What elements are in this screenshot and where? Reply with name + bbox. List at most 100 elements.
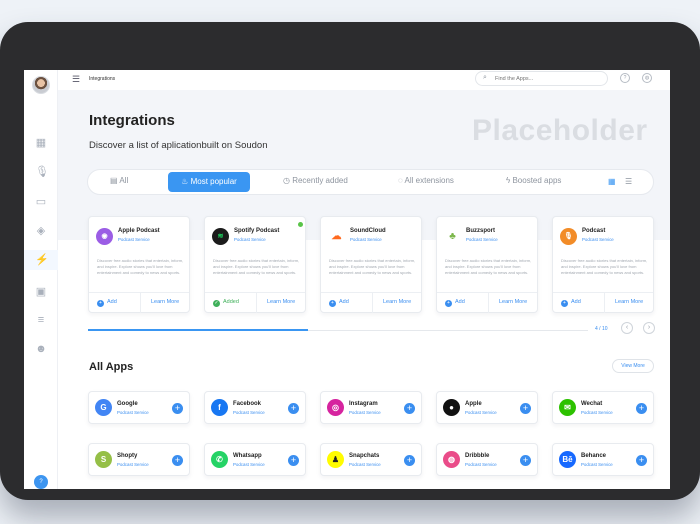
grid-view-icon[interactable]: ▦ (608, 177, 616, 186)
add-app-button[interactable]: + (288, 403, 299, 414)
next-arrow-icon[interactable]: › (643, 322, 655, 334)
app-service: Podcast Service (233, 410, 265, 415)
card-service: Podcast Service (582, 237, 614, 242)
tab-recently-added[interactable]: ◷ Recently added (283, 176, 348, 185)
page-title: Integrations (89, 112, 175, 129)
prev-arrow-icon[interactable]: ‹ (621, 322, 633, 334)
app-tile[interactable]: ✆ Whatsapp Podcast Service + (204, 443, 306, 476)
app-service: Podcast Service (233, 462, 265, 467)
app-service: Podcast Service (465, 410, 497, 415)
avatar[interactable] (32, 76, 50, 94)
tab-all-extensions[interactable]: ◌ All extensions (398, 176, 454, 185)
learn-more-link[interactable]: Learn More (267, 299, 295, 305)
filter-tabs: ▤ All ♨ Most popular ◷ Recently added ◌ … (87, 169, 654, 195)
help-circle-icon[interactable]: ? (620, 73, 630, 83)
add-button[interactable]: + Add (445, 299, 465, 307)
add-app-button[interactable]: + (520, 455, 531, 466)
add-app-button[interactable]: + (404, 455, 415, 466)
snapchat-icon: ♟ (327, 451, 344, 468)
add-app-button[interactable]: + (288, 455, 299, 466)
card-service: Podcast Service (350, 237, 382, 242)
app-tile[interactable]: G Google Podcast Service + (88, 391, 190, 424)
view-more-button[interactable]: View More (612, 359, 654, 373)
spotify-icon: ≋ (212, 228, 229, 245)
buzzsport-icon: ♣ (444, 228, 461, 245)
app-tile[interactable]: ● Apple Podcast Service + (436, 391, 538, 424)
microphone-icon[interactable]: 🎙 (35, 166, 49, 178)
soundcloud-icon: ☁ (328, 228, 345, 245)
plus-icon: + (561, 300, 568, 307)
app-tile[interactable]: S Shopty Podcast Service + (88, 443, 190, 476)
add-app-button[interactable]: + (636, 403, 647, 414)
plus-icon: + (329, 300, 336, 307)
add-button[interactable]: + Add (561, 299, 581, 307)
card-footer: ✓ Added Learn More (205, 292, 305, 313)
google-icon: G (95, 399, 112, 416)
user-icon[interactable]: ☻ (35, 343, 47, 355)
app-name: Dribbble (465, 453, 490, 459)
whatsapp-icon: ✆ (211, 451, 228, 468)
clock-icon: ◷ (283, 176, 293, 185)
podcast-icon: ◉ (96, 228, 113, 245)
inbox-icon[interactable]: ▭ (35, 196, 47, 208)
calendar-icon[interactable]: ▣ (35, 286, 47, 298)
help-button[interactable]: ? (34, 475, 48, 489)
learn-more-link[interactable]: Learn More (615, 299, 643, 305)
facebook-icon: f (211, 399, 228, 416)
page-subtitle: Discover a list of aplicationbuilt on So… (89, 140, 268, 151)
topbar: ☰ Integrations ⌕ ? ◍ (58, 70, 670, 90)
tab-all[interactable]: ▤ All (110, 176, 128, 185)
add-app-button[interactable]: + (172, 403, 183, 414)
fire-icon: ♨ (181, 177, 191, 186)
app-service: Podcast Service (117, 462, 149, 467)
learn-more-link[interactable]: Learn More (499, 299, 527, 305)
add-button[interactable]: + Add (329, 299, 349, 307)
featured-card[interactable]: ◉ Apple Podcast Podcast Service Discover… (88, 216, 190, 313)
app-tile[interactable]: Bē Behance Podcast Service + (552, 443, 654, 476)
integrations-icon[interactable]: ⚡ (35, 254, 49, 266)
card-footer: + Add Learn More (437, 292, 537, 313)
menu-collapse-icon[interactable]: ☰ (72, 74, 80, 85)
divider (372, 293, 373, 313)
breadcrumb: Integrations (89, 76, 116, 82)
plus-icon: + (97, 300, 104, 307)
app-tile[interactable]: ◍ Dribbble Podcast Service + (436, 443, 538, 476)
search-input[interactable] (495, 74, 595, 84)
app-tile[interactable]: ✉ Wechat Podcast Service + (552, 391, 654, 424)
placeholder-watermark: Placeholder (472, 114, 648, 147)
learn-more-link[interactable]: Learn More (151, 299, 179, 305)
add-button[interactable]: + Add (97, 299, 117, 307)
added-button[interactable]: ✓ Added (213, 299, 239, 307)
app-tile[interactable]: f Facebook Podcast Service + (204, 391, 306, 424)
list-icon[interactable]: ≡ (35, 314, 47, 326)
plus-icon: + (445, 300, 452, 307)
add-app-button[interactable]: + (404, 403, 415, 414)
layers-icon[interactable]: ◈ (35, 225, 47, 237)
app-name: Shopty (117, 453, 138, 459)
list-view-icon[interactable]: ☰ (625, 177, 632, 186)
tab-most-popular[interactable]: ♨ Most popular (168, 172, 250, 192)
app-tile[interactable]: ◎ Instagram Podcast Service + (320, 391, 422, 424)
add-app-button[interactable]: + (636, 455, 647, 466)
card-title: Podcast (582, 228, 606, 234)
featured-card[interactable]: ≋ Spotify Podcast Podcast Service Discov… (204, 216, 306, 313)
learn-more-link[interactable]: Learn More (383, 299, 411, 305)
app-service: Podcast Service (581, 410, 613, 415)
card-title: Apple Podcast (118, 228, 160, 234)
add-app-button[interactable]: + (520, 403, 531, 414)
featured-card[interactable]: ♣ Buzzsport Podcast Service Discover fre… (436, 216, 538, 313)
carousel-progress-fill (88, 329, 308, 331)
search-box[interactable]: ⌕ (475, 71, 608, 86)
shopify-icon: S (95, 451, 112, 468)
app-tile[interactable]: ♟ Snapchats Podcast Service + (320, 443, 422, 476)
divider (256, 293, 257, 313)
tab-boosted-apps[interactable]: ϟ Boosted apps (506, 176, 561, 185)
globe-icon[interactable]: ◍ (642, 73, 652, 83)
dashboard-icon[interactable]: ▦ (35, 137, 47, 149)
featured-card[interactable]: 🎙 Podcast Podcast Service Discover free … (552, 216, 654, 313)
featured-card[interactable]: ☁ SoundCloud Podcast Service Discover fr… (320, 216, 422, 313)
app-name: Whatsapp (233, 453, 262, 459)
add-app-button[interactable]: + (172, 455, 183, 466)
card-title: SoundCloud (350, 228, 386, 234)
card-description: Discover free audio stories that enterta… (561, 258, 648, 275)
